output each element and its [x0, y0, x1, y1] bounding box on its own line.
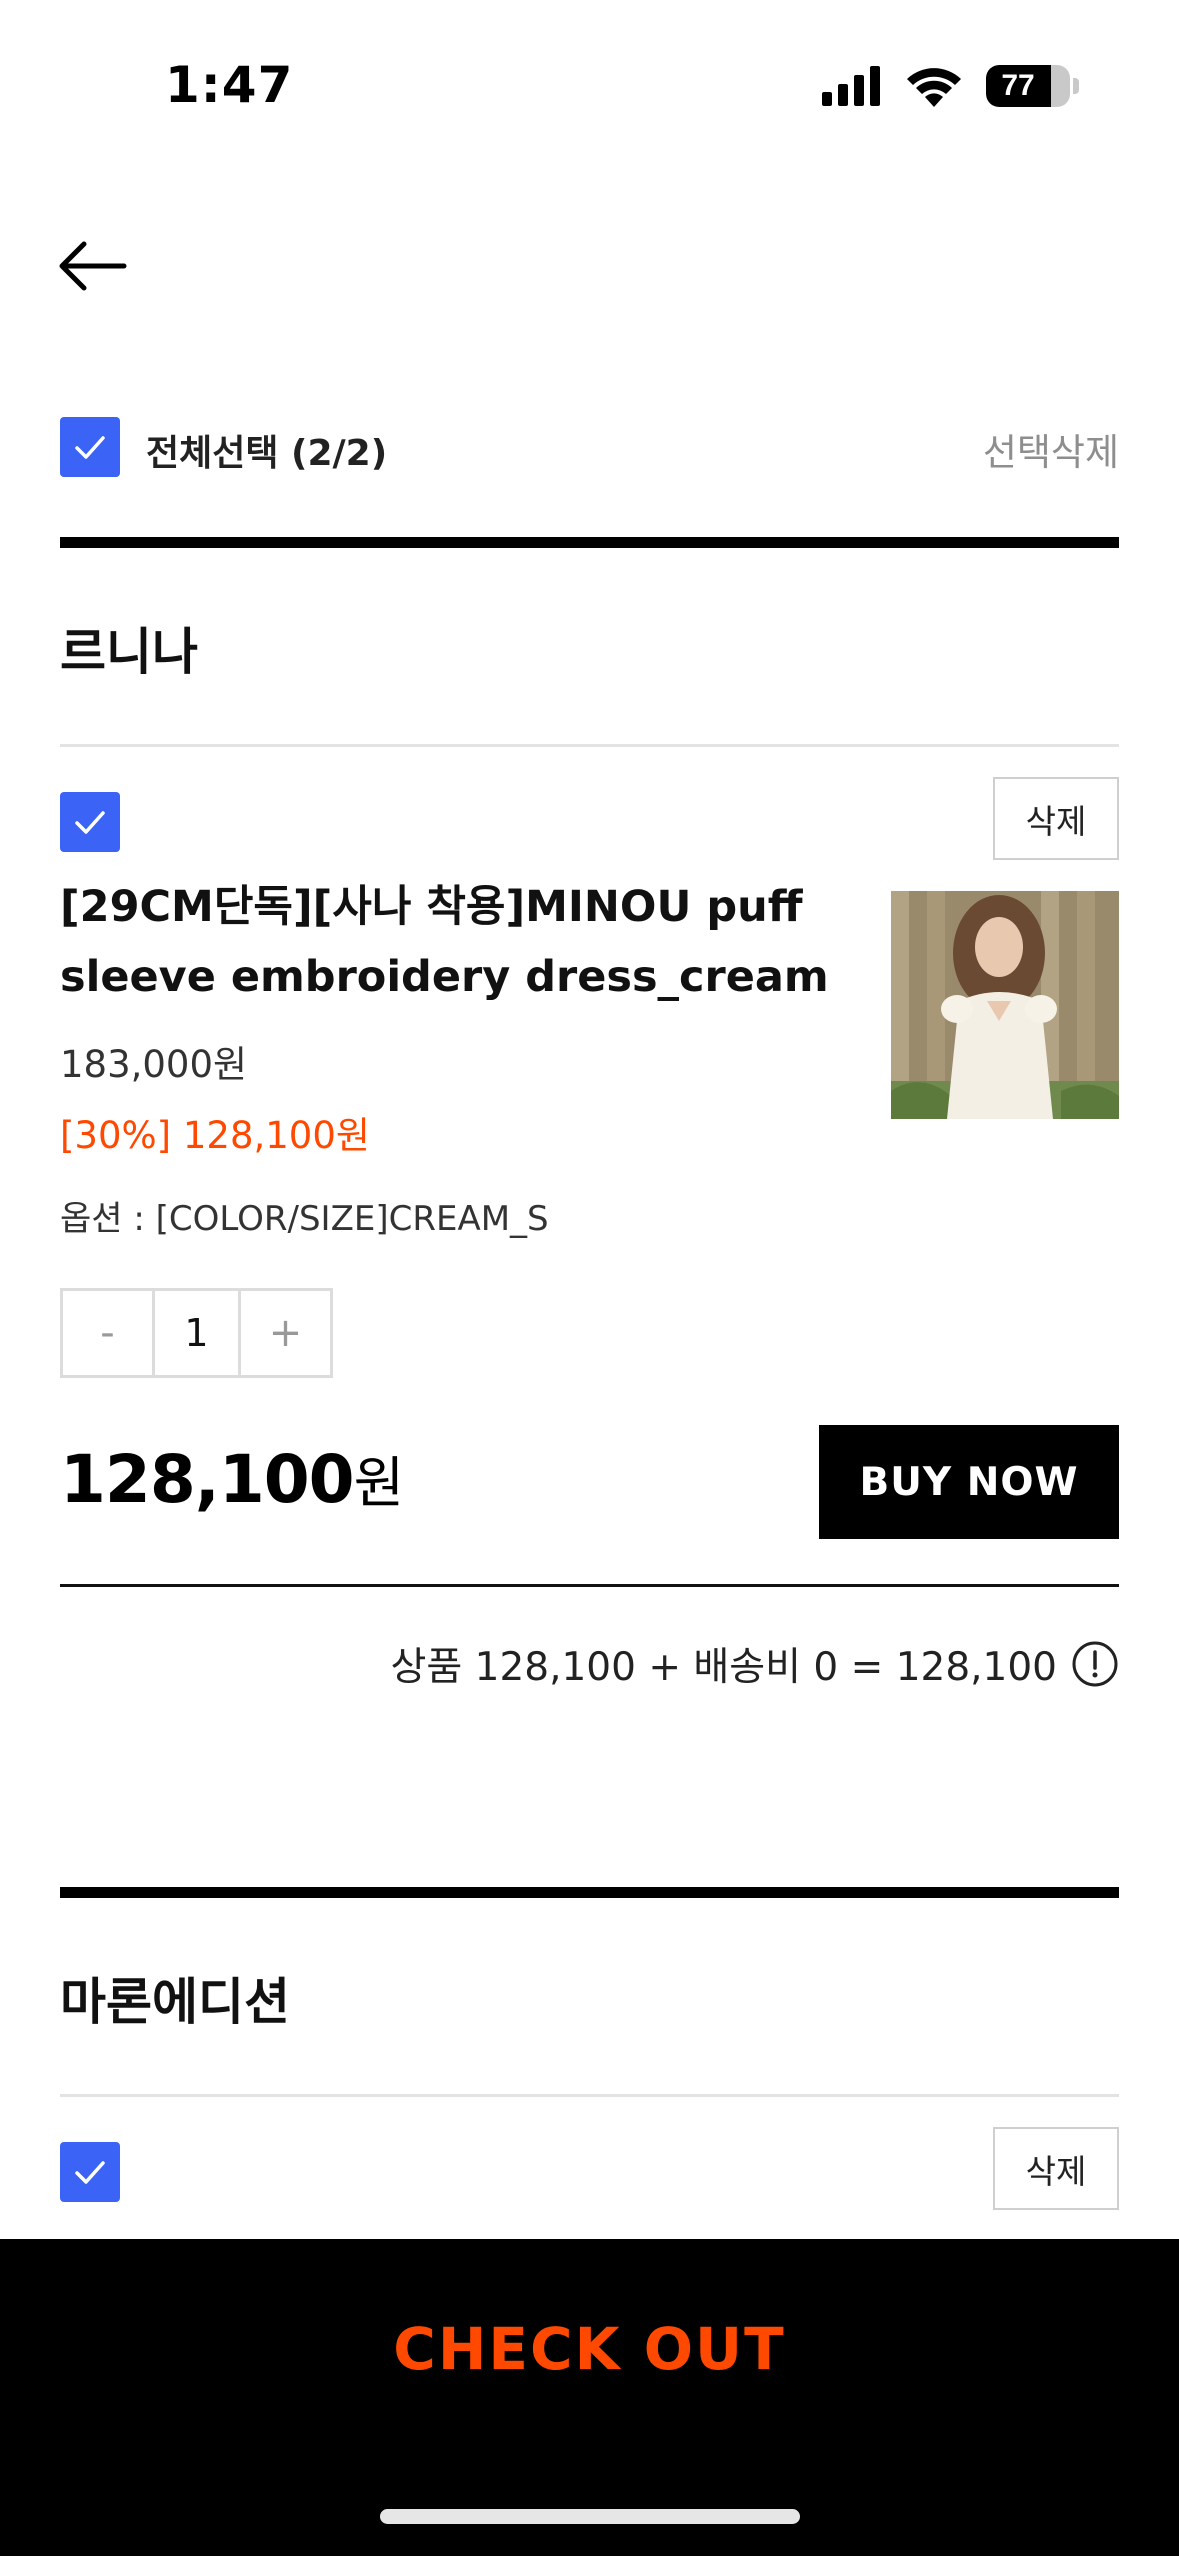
brand-name: 마론에디션: [60, 1973, 290, 2031]
wifi-icon: [907, 68, 961, 107]
item-total-unit: 원: [353, 1451, 405, 1515]
status-time: 1:47: [165, 56, 294, 114]
total-divider: [60, 1584, 1119, 1587]
quantity-decrease-button[interactable]: -: [63, 1291, 152, 1375]
option-text: 옵션 : [COLOR/SIZE]CREAM_S: [60, 1199, 549, 1239]
brand-name: 르니나: [60, 623, 198, 681]
battery-level: 77: [1001, 69, 1035, 102]
delete-selected-button[interactable]: 선택삭제: [983, 422, 1119, 476]
select-all-label: 전체선택 (2/2): [146, 433, 388, 474]
item-checkbox[interactable]: [60, 2142, 120, 2202]
quantity-increase-button[interactable]: +: [241, 1291, 330, 1375]
battery-tip: [1073, 78, 1079, 94]
product-image[interactable]: [891, 891, 1119, 1119]
quantity-stepper: - 1 +: [60, 1288, 333, 1378]
brand-divider: [60, 744, 1119, 747]
quantity-value: 1: [151, 1291, 242, 1375]
price-summary-text: 상품 128,100 + 배송비 0 = 128,100: [390, 1645, 1057, 1690]
product-photo: [891, 891, 1119, 1119]
sale-price: [30%] 128,100원: [60, 1114, 370, 1157]
status-icons: 77: [822, 64, 1079, 108]
select-all-checkbox[interactable]: [60, 417, 120, 477]
item-total-number: 128,100: [60, 1441, 355, 1518]
price-summary: 상품 128,100 + 배송비 0 = 128,100: [390, 1636, 1119, 1692]
cellular-signal-icon: [822, 66, 880, 106]
info-icon[interactable]: [1071, 1640, 1119, 1688]
home-indicator[interactable]: [380, 2509, 800, 2524]
back-button[interactable]: [56, 236, 128, 296]
item-checkbox[interactable]: [60, 792, 120, 852]
buy-now-button[interactable]: BUY NOW: [819, 1425, 1119, 1539]
arrow-left-icon: [59, 241, 127, 291]
checkmark-icon: [75, 811, 105, 834]
status-bar: 1:47 77: [0, 0, 1179, 150]
section-divider: [60, 537, 1119, 548]
section-divider: [60, 1887, 1119, 1898]
item-total-price: 128,100원: [60, 1438, 405, 1518]
battery-icon: 77: [986, 65, 1070, 107]
item-delete-button[interactable]: 삭제: [993, 2127, 1119, 2210]
checkmark-icon: [75, 436, 105, 459]
original-price: 183,000원: [60, 1043, 248, 1086]
brand-divider: [60, 2094, 1119, 2097]
product-title[interactable]: [29CM단독][사나 착용]MINOU puff sleeve embroid…: [60, 872, 840, 1012]
checkout-button[interactable]: CHECK OUT: [0, 2239, 1179, 2459]
item-delete-button[interactable]: 삭제: [993, 777, 1119, 860]
checkmark-icon: [75, 2161, 105, 2184]
